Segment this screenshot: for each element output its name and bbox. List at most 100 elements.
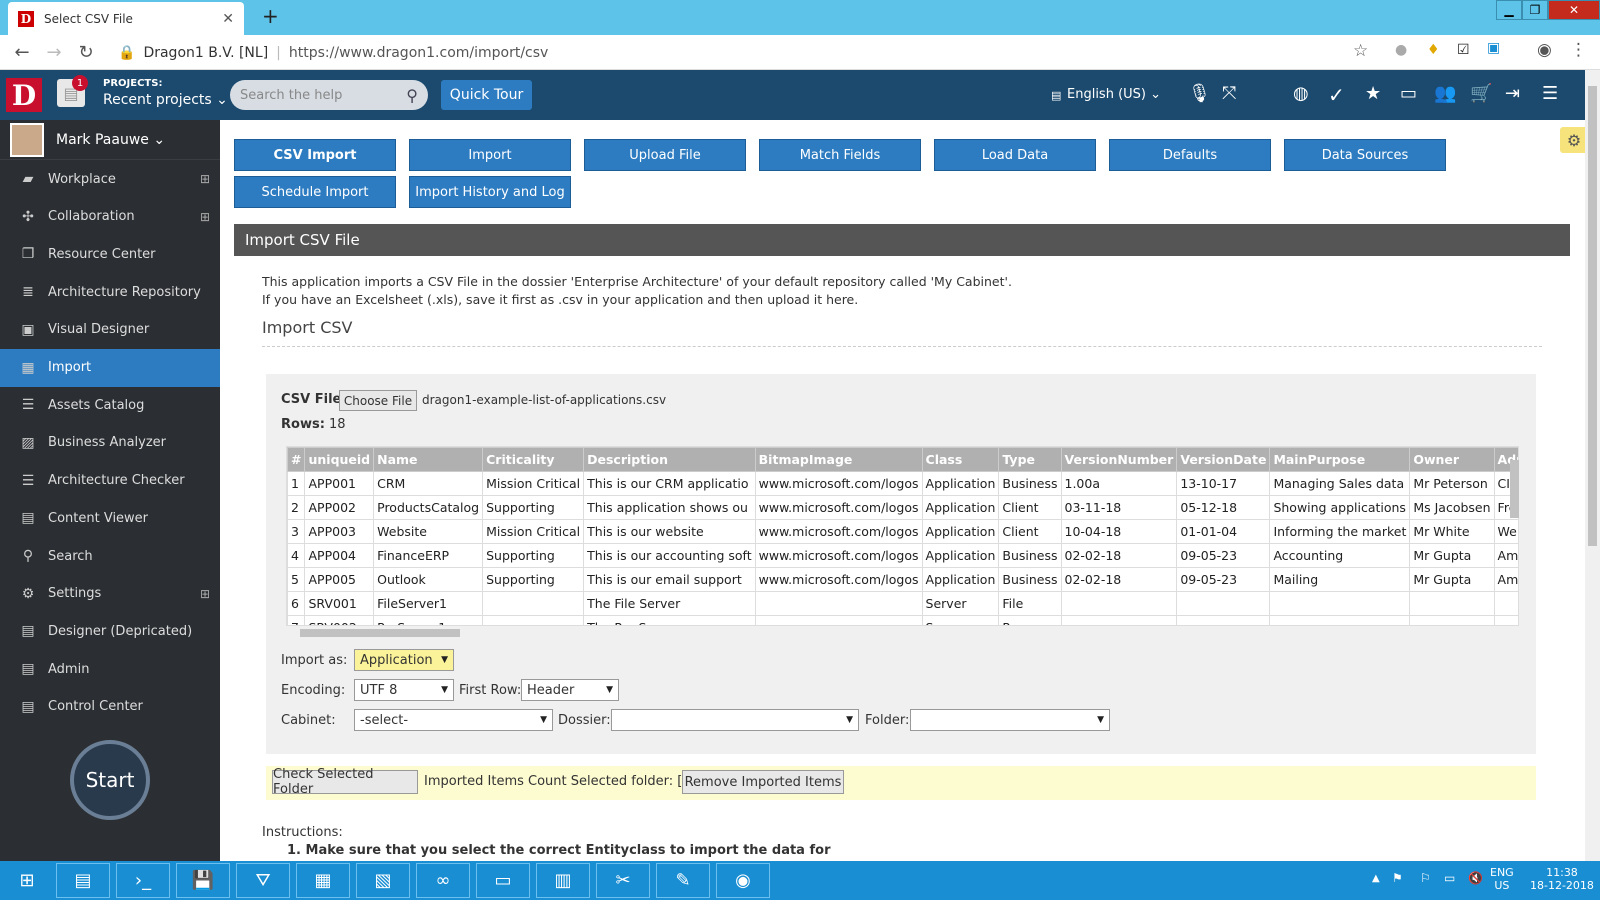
forward-icon[interactable]: → xyxy=(38,42,70,63)
extension-circle-icon[interactable]: ● xyxy=(1395,42,1407,58)
toolbar-data-sources-button[interactable]: Data Sources xyxy=(1284,139,1446,171)
check-circle-icon[interactable]: ✓ xyxy=(1328,83,1345,107)
tray-network-icon[interactable]: ⚑ xyxy=(1392,871,1403,885)
bookmark-star-icon[interactable]: ☆ xyxy=(1353,41,1368,61)
monitor-icon[interactable]: ▭ xyxy=(1400,83,1417,104)
sidebar-item-resource-center[interactable]: ❐ Resource Center xyxy=(0,235,220,273)
table-row[interactable]: 1 APP001 CRM Mission Critical This is our CR… xyxy=(287,471,1518,496)
column-header[interactable]: uniqueid xyxy=(304,447,375,472)
expand-icon[interactable]: ⊞ xyxy=(200,172,210,186)
fullscreen-icon[interactable]: ⤧ xyxy=(1222,83,1236,104)
sidebar-item-settings[interactable]: ⚙ Settings ⊞ xyxy=(0,575,220,613)
sidebar-item-import[interactable]: ▦ Import xyxy=(0,348,220,387)
table-scroll-thumb[interactable] xyxy=(300,629,460,637)
minimize-icon[interactable]: ▁ xyxy=(1496,0,1522,20)
column-header[interactable]: Class xyxy=(921,447,1000,472)
users-icon[interactable]: 👥 xyxy=(1434,83,1456,104)
hamburger-menu-icon[interactable]: ☰ xyxy=(1542,83,1558,104)
table-row[interactable]: 4 APP004 FinanceERP Supporting This is our a… xyxy=(287,543,1518,568)
page-scroll-thumb[interactable] xyxy=(1588,86,1597,546)
visual-studio-icon[interactable]: ∞ xyxy=(416,863,470,898)
browser-tab[interactable]: D Select CSV File ✕ xyxy=(8,2,244,35)
extension-lightbulb-icon[interactable]: ♦ xyxy=(1427,42,1440,58)
language-selector[interactable]: English (US) ⌄ xyxy=(1067,87,1161,102)
sidebar-item-collaboration[interactable]: ✣ Collaboration ⊞ xyxy=(0,198,220,236)
globe-icon[interactable]: ◍ xyxy=(1293,83,1309,104)
sidebar-item-content-viewer[interactable]: ▤ Content Viewer xyxy=(0,499,220,537)
browser-menu-icon[interactable]: ⋮ xyxy=(1570,40,1587,60)
sidebar-item-architecture-repository[interactable]: ≣ Architecture Repository xyxy=(0,273,220,311)
tray-clock[interactable]: 11:38 18-12-2018 xyxy=(1530,866,1594,892)
extension-check-icon[interactable]: ☑ xyxy=(1457,42,1470,58)
folder-icon[interactable]: ▭ xyxy=(476,863,530,898)
new-tab-button[interactable]: + xyxy=(262,4,279,28)
sidebar-item-admin[interactable]: ▤ Admin xyxy=(0,650,220,688)
column-header[interactable]: Type xyxy=(998,447,1062,472)
start-button[interactable]: Start xyxy=(70,740,150,820)
chrome-icon[interactable]: ◉ xyxy=(716,863,770,898)
table-row[interactable]: 3 APP003 Website Mission Critical This is ou… xyxy=(287,519,1518,544)
sidebar-item-control-center[interactable]: ▤ Control Center xyxy=(0,688,220,726)
spreadsheet-icon[interactable]: ▦ xyxy=(296,863,350,898)
expand-icon[interactable]: ⊞ xyxy=(200,587,210,601)
sidebar-item-designer-depricated[interactable]: ▤ Designer (Depricated) xyxy=(0,612,220,650)
toolbar-match-fields-button[interactable]: Match Fields xyxy=(759,139,921,171)
import-as-select[interactable]: Application ▼ xyxy=(354,649,454,671)
projects-dropdown[interactable]: Recent projects ⌄ xyxy=(103,92,228,108)
dragon1-logo[interactable]: D xyxy=(6,78,42,112)
save-app-icon[interactable]: 💾 xyxy=(176,863,230,898)
column-header[interactable]: Owner xyxy=(1409,447,1495,472)
search-icon[interactable]: ⚲ xyxy=(406,86,418,105)
table-vertical-scroll-thumb[interactable] xyxy=(1510,460,1519,518)
restore-icon[interactable]: ❐ xyxy=(1522,0,1548,20)
column-header[interactable]: Description xyxy=(583,447,756,472)
charts-icon[interactable]: ▧ xyxy=(356,863,410,898)
csv-preview-table[interactable]: # uniqueid Name Criticality Description Bitma… xyxy=(286,446,1519,626)
dossier-select[interactable]: ▼ xyxy=(611,709,859,731)
column-header[interactable]: # xyxy=(287,447,306,472)
expand-icon[interactable]: ⊞ xyxy=(200,210,210,224)
back-icon[interactable]: ← xyxy=(6,42,38,63)
tray-language[interactable]: ENG US xyxy=(1490,866,1514,892)
user-menu[interactable]: Mark Paauwe ⌄ xyxy=(0,120,220,160)
tray-display-icon[interactable]: ▭ xyxy=(1444,871,1455,885)
table-row[interactable]: 5 APP005 Outlook Supporting This is our emai… xyxy=(287,567,1518,592)
profile-icon[interactable]: ◉ xyxy=(1537,40,1552,60)
star-icon[interactable]: ★ xyxy=(1365,83,1381,104)
remove-imported-items-button[interactable]: Remove Imported Items xyxy=(682,770,844,794)
toolbar-defaults-button[interactable]: Defaults xyxy=(1109,139,1271,171)
sidebar-item-visual-designer[interactable]: ▣ Visual Designer xyxy=(0,311,220,349)
encoding-select[interactable]: UTF 8 ▼ xyxy=(354,679,454,701)
window-close-icon[interactable]: ✕ xyxy=(1548,0,1600,20)
column-header[interactable]: MainPurpose xyxy=(1269,447,1411,472)
microphone-icon[interactable]: 🎙 xyxy=(1188,83,1211,104)
cabinet-select[interactable]: -select- ▼ xyxy=(354,709,553,731)
toolbar-load-data-button[interactable]: Load Data xyxy=(934,139,1096,171)
windows-start-icon[interactable]: ⊞ xyxy=(0,863,54,898)
column-header[interactable]: VersionDate xyxy=(1176,447,1271,472)
choose-file-button[interactable]: Choose File xyxy=(339,390,417,411)
paint-icon[interactable]: ✎ xyxy=(656,863,710,898)
folder-select[interactable]: ▼ xyxy=(910,709,1110,731)
url-omnibox[interactable]: 🔒 Dragon1 B.V. [NL] | https://www.dragon… xyxy=(118,40,1380,65)
toolbar-schedule-import-button[interactable]: Schedule Import xyxy=(234,176,396,208)
table-row[interactable]: 2 APP002 ProductsCatalog Supporting This app… xyxy=(287,495,1518,520)
file-manager-icon[interactable]: ▤ xyxy=(56,863,110,898)
table-horizontal-scrollbar[interactable] xyxy=(286,626,1519,640)
sidebar-item-assets-catalog[interactable]: ☰ Assets Catalog xyxy=(0,386,220,424)
first-row-select[interactable]: Header ▼ xyxy=(521,679,619,701)
sidebar-item-business-analyzer[interactable]: ▨ Business Analyzer xyxy=(0,424,220,462)
column-header[interactable]: Name xyxy=(373,447,484,472)
check-selected-folder-button[interactable]: Check Selected Folder xyxy=(272,767,418,797)
sidebar-item-search[interactable]: ⚲ Search xyxy=(0,537,220,575)
snipping-tool-icon[interactable]: ✂ xyxy=(596,863,650,898)
tab-close-icon[interactable]: ✕ xyxy=(222,11,234,27)
tray-flag-icon[interactable]: ⚐ xyxy=(1420,871,1431,885)
toolbar-csv-import-button[interactable]: CSV Import xyxy=(234,139,396,171)
sidebar-item-workplace[interactable]: ▰ Workplace ⊞ xyxy=(0,160,220,198)
cart-icon[interactable]: 🛒 xyxy=(1470,83,1492,104)
toolbar-import-history-and-log-button[interactable]: Import History and Log xyxy=(409,176,571,208)
toolbar-import-button[interactable]: Import xyxy=(409,139,571,171)
quick-tour-button[interactable]: Quick Tour xyxy=(441,80,532,110)
table-row[interactable]: 7SRV002PrnServer1 The Prn Server ServerPrn xyxy=(287,615,1518,625)
